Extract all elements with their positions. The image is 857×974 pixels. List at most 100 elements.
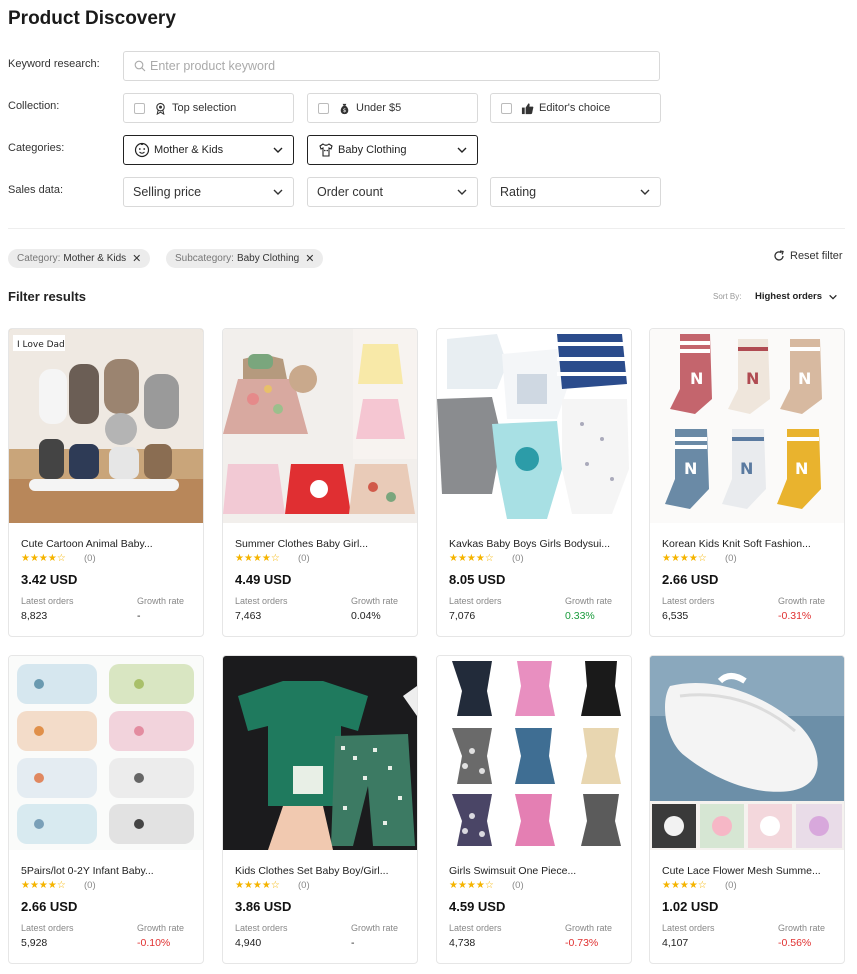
close-icon[interactable]: ✕ xyxy=(132,252,141,265)
reset-filter-label: Reset filter xyxy=(790,250,843,262)
star-rating: ★★★★☆ xyxy=(449,880,494,891)
page-title: Product Discovery xyxy=(8,8,176,29)
product-card[interactable]: 5Pairs/lot 0-2Y Infant Baby... ★★★★☆ (0)… xyxy=(8,655,204,964)
product-card[interactable]: Cute Lace Flower Mesh Summe... ★★★★☆ (0)… xyxy=(649,655,845,964)
close-icon[interactable]: ✕ xyxy=(305,252,314,265)
chip-value: Baby Clothing xyxy=(236,253,300,264)
top-selection-label: Top selection xyxy=(172,102,237,114)
svg-text:N: N xyxy=(798,369,811,388)
product-card[interactable]: Kids Clothes Set Baby Boy/Girl... ★★★★☆ … xyxy=(222,655,418,964)
search-icon xyxy=(134,60,146,72)
under-5-label: Under $5 xyxy=(356,102,402,114)
latest-orders-value: 7,076 xyxy=(449,610,476,622)
chevron-down-icon xyxy=(457,147,467,153)
growth-rate-label: Growth rate xyxy=(137,923,185,933)
top-selection-checkbox[interactable] xyxy=(134,102,145,114)
product-price: 3.42 USD xyxy=(21,572,78,587)
keyword-search-box[interactable] xyxy=(123,51,660,81)
order-count-label: Order count xyxy=(317,185,384,199)
editors-choice-label: Editor's choice xyxy=(539,102,611,114)
latest-orders-label: Latest orders xyxy=(235,923,288,933)
product-name: Cute Lace Flower Mesh Summe... xyxy=(662,865,821,877)
rating-count: (0) xyxy=(298,553,310,564)
product-name: Cute Cartoon Animal Baby... xyxy=(21,538,153,550)
bodysuits-photo xyxy=(437,329,631,523)
latest-orders-label: Latest orders xyxy=(662,596,715,606)
growth-rate-value: - xyxy=(351,937,355,949)
chevron-down-icon xyxy=(640,189,650,195)
baby-onesie-icon xyxy=(319,143,333,157)
star-rating: ★★★★☆ xyxy=(662,553,707,564)
rating-count: (0) xyxy=(84,880,96,891)
category-chip[interactable]: Category: Mother & Kids ✕ xyxy=(8,249,151,268)
product-price: 8.05 USD xyxy=(449,572,506,587)
product-card[interactable]: Kavkas Baby Boys Girls Bodysui... ★★★★☆ … xyxy=(436,328,632,637)
rating-select[interactable]: Rating xyxy=(490,177,661,207)
latest-orders-label: Latest orders xyxy=(235,596,288,606)
growth-rate-value: - xyxy=(137,610,141,622)
subcategory-value: Baby Clothing xyxy=(338,144,407,156)
growth-rate-value: 0.33% xyxy=(565,610,595,622)
growth-rate-label: Growth rate xyxy=(137,596,185,606)
star-rating: ★★★★☆ xyxy=(449,553,494,564)
latest-orders-value: 5,928 xyxy=(21,937,48,949)
product-price: 3.86 USD xyxy=(235,899,292,914)
star-rating: ★★★★☆ xyxy=(21,553,66,564)
sort-by-label: Sort By: xyxy=(713,292,742,301)
selling-price-select[interactable]: Selling price xyxy=(123,177,294,207)
product-name: Kavkas Baby Boys Girls Bodysui... xyxy=(449,538,611,550)
product-name: Korean Kids Knit Soft Fashion... xyxy=(662,538,811,550)
collection-editors-choice[interactable]: Editor's choice xyxy=(490,93,661,123)
product-card[interactable]: Girls Swimsuit One Piece... ★★★★☆ (0) 4.… xyxy=(436,655,632,964)
under-5-checkbox[interactable] xyxy=(318,102,329,114)
product-card[interactable]: N N N N N N Korean Kids Knit Soft Fashio… xyxy=(649,328,845,637)
order-count-select[interactable]: Order count xyxy=(307,177,478,207)
keyword-input[interactable] xyxy=(150,59,659,73)
category-value: Mother & Kids xyxy=(154,144,224,156)
subcategory-chip[interactable]: Subcategory: Baby Clothing ✕ xyxy=(166,249,324,268)
growth-rate-value: -0.31% xyxy=(778,610,812,622)
latest-orders-label: Latest orders xyxy=(449,596,502,606)
chip-value: Mother & Kids xyxy=(63,253,127,264)
collection-label: Collection: xyxy=(8,100,60,112)
chevron-down-icon xyxy=(273,147,283,153)
rating-count: (0) xyxy=(725,553,737,564)
knit-socks-photo: N N N N N N xyxy=(650,329,844,523)
collection-under-5[interactable]: $ Under $5 xyxy=(307,93,478,123)
star-rating: ★★★★☆ xyxy=(235,880,280,891)
star-rating: ★★★★☆ xyxy=(21,880,66,891)
chevron-down-icon xyxy=(273,189,283,195)
girl-dresses-photo xyxy=(223,329,417,523)
keyword-label: Keyword research: xyxy=(8,58,100,70)
swimsuits-photo xyxy=(437,656,631,850)
latest-orders-label: Latest orders xyxy=(662,923,715,933)
product-name: Summer Clothes Baby Girl... xyxy=(235,538,369,550)
svg-text:N: N xyxy=(795,459,808,478)
product-name: Kids Clothes Set Baby Boy/Girl... xyxy=(235,865,389,877)
collection-top-selection[interactable]: Top selection xyxy=(123,93,294,123)
latest-orders-label: Latest orders xyxy=(449,923,502,933)
svg-text:N: N xyxy=(740,459,753,478)
growth-rate-value: -0.73% xyxy=(565,937,599,949)
product-card[interactable]: Summer Clothes Baby Girl... ★★★★☆ (0) 4.… xyxy=(222,328,418,637)
lace-socks-photo xyxy=(650,656,844,850)
star-rating: ★★★★☆ xyxy=(235,553,280,564)
category-select[interactable]: Mother & Kids xyxy=(123,135,294,165)
product-card[interactable]: I Love Dad Cute Cartoon Animal Baby... ★… xyxy=(8,328,204,637)
product-price: 2.66 USD xyxy=(21,899,78,914)
latest-orders-value: 4,738 xyxy=(449,937,476,949)
reset-filter-button[interactable]: Reset filter xyxy=(773,250,843,262)
latest-orders-label: Latest orders xyxy=(21,923,74,933)
editors-choice-checkbox[interactable] xyxy=(501,102,512,114)
latest-orders-value: 4,940 xyxy=(235,937,262,949)
sort-select[interactable]: Highest orders xyxy=(755,291,838,302)
latest-orders-value: 6,535 xyxy=(662,610,689,622)
svg-text:N: N xyxy=(684,459,697,478)
growth-rate-label: Growth rate xyxy=(565,596,613,606)
subcategory-select[interactable]: Baby Clothing xyxy=(307,135,478,165)
growth-rate-label: Growth rate xyxy=(778,923,826,933)
product-name: Girls Swimsuit One Piece... xyxy=(449,865,577,877)
svg-text:N: N xyxy=(690,369,703,388)
rating-count: (0) xyxy=(512,880,524,891)
product-price: 4.59 USD xyxy=(449,899,506,914)
